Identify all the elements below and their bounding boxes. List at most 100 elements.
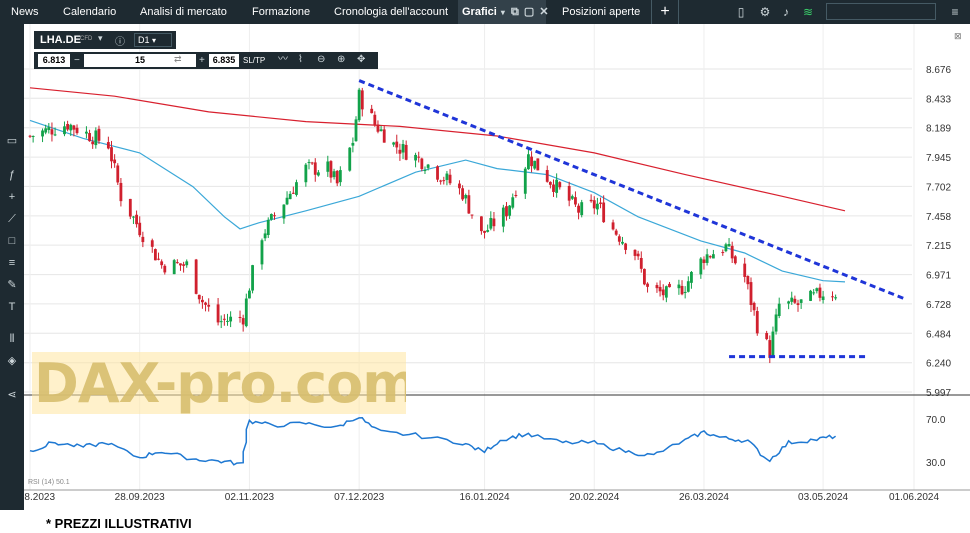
text-tool-icon[interactable]: T: [3, 300, 21, 314]
function-icon[interactable]: ƒ: [3, 168, 21, 182]
line-tool-icon[interactable]: ⟋: [3, 212, 21, 226]
candle: [548, 181, 552, 189]
fibonacci-icon[interactable]: ≡: [3, 256, 21, 270]
candle: [489, 211, 493, 231]
tab-charts[interactable]: Grafici ▾ ⧉ ▢ ✕: [458, 0, 549, 24]
add-tab-button[interactable]: +: [651, 0, 679, 24]
rectangle-tool-icon[interactable]: □: [3, 234, 21, 248]
account-selector[interactable]: [826, 3, 936, 20]
candle-body: [505, 206, 508, 217]
sltp-button[interactable]: SL/TP: [243, 54, 265, 67]
tab-news[interactable]: News: [11, 0, 39, 24]
close-icon[interactable]: ✕: [539, 6, 548, 18]
candle-body: [752, 302, 756, 311]
candle-body: [269, 214, 273, 220]
tab-market-analysis[interactable]: Analisi di mercato: [140, 0, 227, 24]
candle-body: [818, 287, 822, 298]
plus-icon[interactable]: +: [199, 54, 207, 67]
maximize-icon[interactable]: ▢: [524, 6, 534, 18]
sell-price-button[interactable]: 6.813: [38, 54, 70, 67]
candle: [207, 298, 211, 312]
candle-body: [216, 304, 220, 323]
popout-icon[interactable]: ⧉: [511, 6, 519, 18]
info-icon[interactable]: ⓘ: [115, 33, 125, 48]
buy-price-button[interactable]: 6.835: [209, 54, 239, 67]
candle-body: [273, 215, 276, 217]
candle: [834, 294, 838, 301]
candle: [815, 287, 819, 294]
candle: [382, 126, 386, 143]
candle: [354, 116, 358, 142]
candle-body: [743, 263, 747, 277]
candle-body: [646, 283, 649, 287]
rsi-label: RSI (14) 50.1: [28, 479, 70, 486]
candle-body: [179, 263, 182, 266]
candle-body: [88, 133, 91, 142]
chart-type-icon[interactable]: ▭: [3, 134, 21, 148]
candle-body: [28, 135, 32, 137]
timeframe-selector[interactable]: D1 ▾: [134, 33, 172, 47]
crosshair-icon[interactable]: +: [3, 190, 21, 204]
candle-body: [617, 236, 621, 242]
candle-body: [75, 127, 79, 134]
rsi-panel: [29, 417, 837, 466]
price-chart[interactable]: 8.676 8.433 8.189 7.945 7.702 7.458 7.215 6.971…: [24, 24, 970, 510]
candle: [624, 242, 628, 255]
watermark-box: DAX-pro.com: [32, 352, 406, 414]
zoom-in-icon[interactable]: ⊕: [337, 53, 349, 66]
candle-body: [624, 243, 628, 250]
symbol-selector[interactable]: LHA.DE CFD ▾ ⓘ D1 ▾: [34, 31, 176, 49]
candle: [50, 122, 54, 142]
candle: [128, 198, 132, 220]
candle: [398, 143, 402, 161]
indicator-icon[interactable]: ⌇: [298, 53, 310, 66]
zoom-out-icon[interactable]: ⊖: [317, 53, 329, 66]
share-icon[interactable]: ⋖: [3, 388, 21, 402]
candle-body: [686, 281, 690, 292]
candle: [335, 170, 339, 187]
chart-panel[interactable]: 8.676 8.433 8.189 7.945 7.702 7.458 7.215 6.971…: [24, 24, 970, 510]
candle: [724, 242, 728, 253]
candle: [316, 170, 320, 177]
candle: [113, 154, 117, 168]
candle: [633, 249, 637, 261]
chevron-down-icon[interactable]: ▾: [98, 33, 103, 44]
candle: [132, 215, 135, 224]
candle-body: [555, 179, 559, 193]
candle: [661, 284, 665, 301]
chevron-down-icon[interactable]: ▾: [501, 8, 505, 17]
settings-icon[interactable]: ⚙: [758, 4, 772, 20]
tab-calendar[interactable]: Calendario: [63, 0, 116, 24]
ma-fast-line: [29, 119, 846, 283]
y-tick-label: 7.458: [926, 212, 951, 223]
candle-body: [639, 257, 643, 269]
candle-body: [508, 205, 512, 216]
candle-body: [376, 124, 380, 132]
swap-icon[interactable]: ⇄: [174, 53, 184, 66]
line-chart-icon[interactable]: 〰: [278, 53, 290, 66]
x-tick-label: 28.09.2023: [115, 492, 165, 503]
candle: [699, 257, 703, 279]
tab-open-positions[interactable]: Posizioni aperte: [562, 0, 640, 24]
candle: [445, 170, 449, 186]
candle-body: [809, 290, 812, 301]
tab-education[interactable]: Formazione: [252, 0, 310, 24]
bell-icon[interactable]: ♪: [779, 4, 793, 20]
candle-body: [219, 321, 223, 323]
candle-body: [194, 259, 198, 294]
tab-account-history[interactable]: Cronologia dell'account: [334, 0, 448, 24]
candle: [711, 249, 715, 259]
candle: [376, 120, 380, 134]
layout-icon[interactable]: ▯: [734, 4, 748, 20]
minus-icon[interactable]: −: [74, 54, 82, 67]
candle-body: [699, 258, 703, 275]
candle-body: [295, 182, 298, 195]
candle: [392, 141, 396, 147]
pencil-icon[interactable]: ✎: [3, 278, 21, 292]
move-icon[interactable]: ✥: [357, 53, 371, 66]
layers-icon[interactable]: ◈: [3, 354, 21, 368]
candle: [332, 168, 336, 180]
sliders-icon[interactable]: ⫴: [3, 332, 21, 346]
menu-icon[interactable]: ≡: [948, 4, 962, 20]
y-tick-label: 8.433: [926, 94, 951, 105]
